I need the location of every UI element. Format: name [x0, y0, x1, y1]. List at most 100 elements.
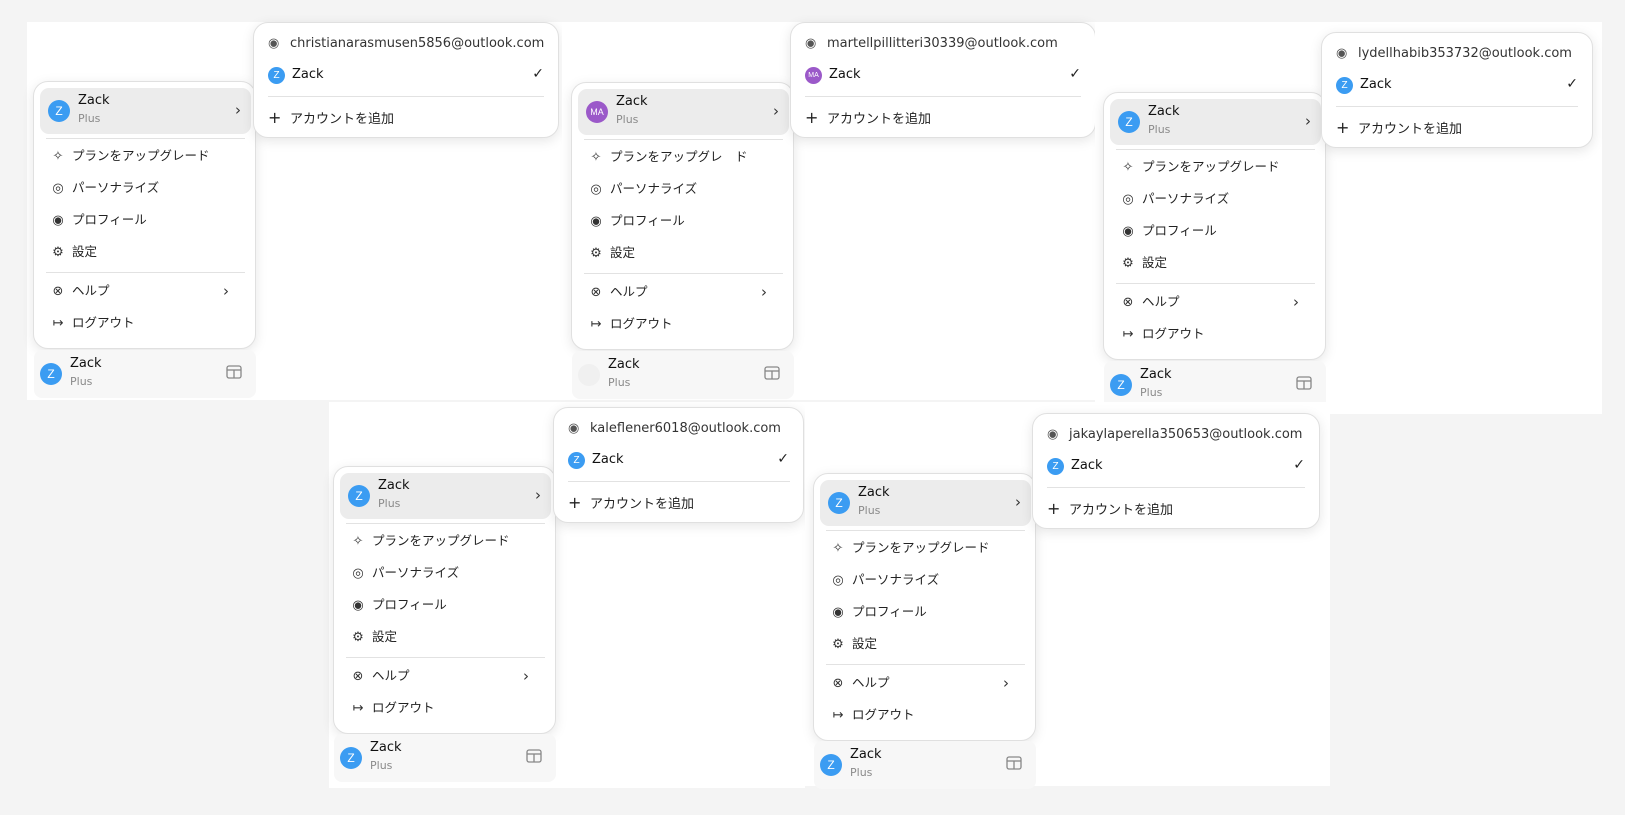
menu-item-logout[interactable]: ↦ ログアウト [350, 698, 435, 718]
gear-icon: ⚙ [1122, 256, 1134, 271]
menu-item-help[interactable]: ⊗ ヘルプ › [1120, 292, 1311, 312]
menu-user-header[interactable]: Z Zack Plus › [340, 473, 551, 519]
divider [346, 523, 545, 524]
divider [268, 96, 544, 97]
account-name[interactable]: Zack [292, 67, 324, 82]
menu-item-help[interactable]: ⊗ ヘルプ › [830, 673, 1021, 693]
menu-item-profile[interactable]: ◉ プロフィール [350, 595, 447, 615]
divider [584, 139, 783, 140]
account-email-row: ◉ martellpillitteri30339@outlook.com [805, 36, 1058, 51]
menu-user-header[interactable]: MA Zack Plus › [578, 89, 789, 135]
add-account-button[interactable]: + アカウントを追加 [805, 108, 931, 127]
menu-item-settings[interactable]: ⚙ 設定 [50, 242, 97, 262]
menu-item-label: プランをアップグレード [852, 540, 990, 555]
footer-user-name: Zack [608, 357, 640, 372]
menu-item-logout[interactable]: ↦ ログアウト [588, 314, 673, 334]
sidebar-user-footer[interactable]: Zack Plus [572, 351, 794, 399]
menu-item-settings[interactable]: ⚙ 設定 [588, 243, 635, 263]
menu-item-label: 設定 [72, 244, 98, 259]
footer-user-plan: Plus [608, 376, 631, 389]
menu-item-upgrade[interactable]: ✧ プランをアップグレード [350, 531, 510, 551]
menu-item-label: プロフィール [372, 597, 447, 612]
plus-icon: + [1047, 499, 1061, 518]
menu-item-upgrade[interactable]: ✧ プランをアップグレード [1120, 157, 1280, 177]
plus-icon: + [805, 108, 819, 127]
divider [46, 272, 245, 273]
menu-item-label: ヘルプ [852, 675, 890, 690]
gear-icon: ⚙ [352, 630, 364, 645]
menu-item-personalize[interactable]: ◎ パーソナライズ [830, 570, 939, 590]
add-account-label: アカウントを追加 [1069, 503, 1174, 518]
menu-item-label: プランをアップグレード [1142, 159, 1280, 174]
menu-item-help[interactable]: ⊗ ヘルプ › [350, 666, 541, 686]
account-name[interactable]: Zack [829, 67, 861, 82]
menu-item-settings[interactable]: ⚙ 設定 [830, 634, 877, 654]
menu-item-personalize[interactable]: ◎ パーソナライズ [1120, 189, 1229, 209]
menu-item-upgrade[interactable]: ✧ プランをアップグレード [50, 146, 210, 166]
sidebar-user-footer[interactable]: Z Zack Plus [334, 734, 556, 782]
avatar: Z [268, 67, 285, 84]
menu-item-label: ログアウト [72, 315, 135, 330]
avatar: Z [568, 452, 585, 469]
chevron-right-icon: › [235, 101, 241, 119]
lifebuoy-icon: ⊗ [590, 285, 602, 300]
menu-item-label: 設定 [1142, 255, 1168, 270]
menu-item-settings[interactable]: ⚙ 設定 [1120, 253, 1167, 273]
gift-icon[interactable] [1006, 756, 1022, 770]
menu-item-logout[interactable]: ↦ ログアウト [50, 313, 135, 333]
sidebar-user-footer[interactable]: Z Zack Plus [814, 741, 1036, 789]
menu-user-header[interactable]: Z Zack Plus › [1110, 99, 1321, 145]
gear-icon: ⚙ [590, 246, 602, 261]
menu-item-label: ヘルプ [610, 284, 648, 299]
footer-user-name: Zack [370, 740, 402, 755]
account-name[interactable]: Zack [1071, 458, 1103, 473]
menu-user-header[interactable]: Z Zack Plus › [40, 88, 251, 134]
account-email-row: ◉ christianarasmusen5856@outlook.com [268, 36, 544, 51]
lifebuoy-icon: ⊗ [52, 284, 64, 299]
menu-item-profile[interactable]: ◉ プロフィール [50, 210, 146, 230]
add-account-button[interactable]: + アカウントを追加 [568, 493, 694, 512]
user-name: Zack [78, 93, 110, 108]
divider [805, 96, 1081, 97]
gift-icon[interactable] [1296, 376, 1312, 390]
avatar [578, 364, 600, 386]
menu-item-personalize[interactable]: ◎ パーソナライズ [350, 563, 459, 583]
add-account-button[interactable]: + アカウントを追加 [268, 108, 394, 127]
menu-item-profile[interactable]: ◉ プロフィール [1120, 221, 1216, 241]
add-account-button[interactable]: + アカウントを追加 [1336, 118, 1462, 137]
checkmark-icon: ✓ [777, 451, 789, 467]
user-name: Zack [858, 485, 890, 500]
plus-icon: + [1336, 118, 1350, 137]
menu-item-label: ヘルプ [1142, 294, 1180, 309]
sidebar-user-footer[interactable]: Z Zack Plus [34, 350, 256, 398]
user-circle-icon: ◉ [568, 421, 580, 436]
menu-item-logout[interactable]: ↦ ログアウト [830, 705, 915, 725]
menu-item-upgrade[interactable]: ✧ プランをアップグレード [830, 538, 990, 558]
account-switcher-popover: ◉ martellpillitteri30339@outlook.com MA Z… [790, 22, 1096, 138]
menu-item-help[interactable]: ⊗ ヘルプ › [588, 282, 779, 302]
gift-icon[interactable] [226, 365, 242, 379]
gift-icon[interactable] [764, 366, 780, 380]
menu-item-personalize[interactable]: ◎ パーソナライズ [588, 179, 697, 199]
account-name[interactable]: Zack [592, 452, 624, 467]
menu-item-logout[interactable]: ↦ ログアウト [1120, 324, 1205, 344]
add-account-button[interactable]: + アカウントを追加 [1047, 499, 1173, 518]
menu-item-settings[interactable]: ⚙ 設定 [350, 627, 397, 647]
chevron-right-icon: › [1293, 293, 1299, 311]
user-circle-icon: ◉ [1122, 224, 1134, 239]
gift-icon[interactable] [526, 749, 542, 763]
avatar: MA [586, 101, 608, 123]
menu-item-label: パーソナライズ [372, 565, 460, 580]
user-menu: Z Zack Plus › ✧ プランをアップグレード ◎ パーソナライズ ◉ プロフ… [333, 466, 556, 734]
divider [826, 664, 1025, 665]
account-name[interactable]: Zack [1360, 77, 1392, 92]
menu-item-profile[interactable]: ◉ プロフィール [588, 211, 684, 231]
logout-icon: ↦ [590, 317, 602, 332]
menu-item-help[interactable]: ⊗ ヘルプ › [50, 281, 241, 301]
plus-icon: + [268, 108, 282, 127]
menu-user-header[interactable]: Z Zack Plus › [820, 480, 1031, 526]
gear-icon: ⚙ [52, 245, 64, 260]
menu-item-profile[interactable]: ◉ プロフィール [830, 602, 926, 622]
menu-item-personalize[interactable]: ◎ パーソナライズ [50, 178, 159, 198]
menu-item-upgrade[interactable]: ✧ プランをアップグレ ド [588, 147, 748, 167]
